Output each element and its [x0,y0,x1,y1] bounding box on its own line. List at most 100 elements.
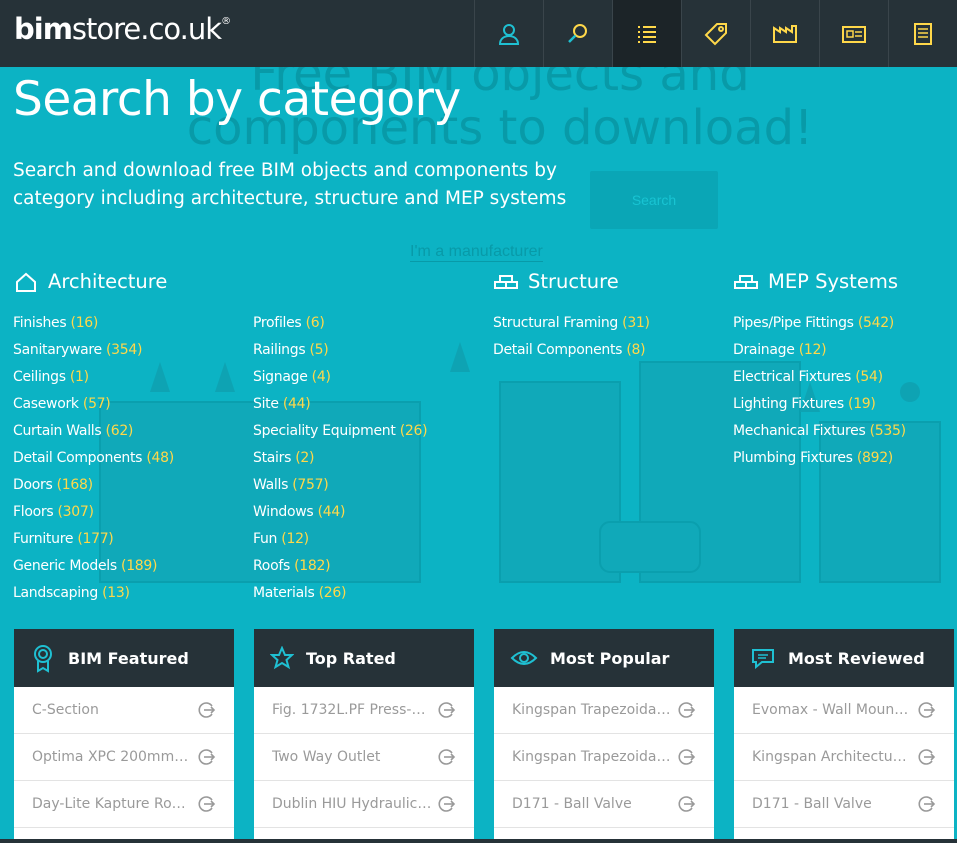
card-list-item[interactable]: Two Way Outlet [254,734,474,781]
category-name: Railings [253,342,306,358]
category-link[interactable]: Detail Components (8) [493,340,650,367]
category-link[interactable]: Pipes/Pipe Fittings (542) [733,313,906,340]
category-count: (6) [305,315,325,331]
category-count: (2) [295,450,315,466]
category-count: (4) [311,369,331,385]
category-count: (44) [282,396,311,412]
card-list-item[interactable]: D171 - Ball Valve [734,781,954,828]
card-list-item[interactable]: Kingspan Trapezoidal ... [494,687,714,734]
user-icon [498,23,520,45]
category-count: (189) [121,558,158,574]
category-name: Finishes [13,315,67,331]
category-name: Landscaping [13,585,98,601]
category-name: Roofs [253,558,290,574]
category-count: (13) [102,585,130,601]
bottom-border [0,839,957,843]
category-link[interactable]: Detail Components (48) [13,448,174,475]
category-name: Stairs [253,450,292,466]
category-link[interactable]: Walls (757) [253,475,427,502]
category-name: Structural Framing [493,315,618,331]
eye-icon [510,651,538,665]
item-title: D171 - Ball Valve [512,796,632,812]
category-link[interactable]: Stairs (2) [253,448,427,475]
category-link[interactable]: Generic Models (189) [13,556,174,583]
category-link[interactable]: Site (44) [253,394,427,421]
news-icon [842,25,866,43]
category-link[interactable]: Mechanical Fixtures (535) [733,421,906,448]
category-link[interactable]: Sanitaryware (354) [13,340,174,367]
document-icon [914,22,932,45]
card-list-item[interactable]: C-Section [14,687,234,734]
category-link[interactable]: Materials (26) [253,583,427,610]
category-count: (182) [294,558,331,574]
star-icon [270,646,294,670]
tags-button[interactable] [681,0,750,67]
category-name: Drainage [733,342,795,358]
category-name: Detail Components [13,450,143,466]
house-icon [16,272,36,292]
site-logo[interactable]: bimstore.co.uk® [14,12,231,46]
category-count: (54) [855,369,883,385]
category-link[interactable]: Plumbing Fixtures (892) [733,448,906,475]
news-button[interactable] [819,0,888,67]
category-link[interactable]: Floors (307) [13,502,174,529]
category-name: Generic Models [13,558,117,574]
tag-icon [704,22,727,45]
go-arrow-icon [438,702,456,718]
go-arrow-icon [918,796,936,812]
category-count: (307) [57,504,94,520]
category-link[interactable]: Signage (4) [253,367,427,394]
category-count: (542) [857,315,894,331]
categories-button[interactable] [612,0,681,67]
category-link[interactable]: Profiles (6) [253,313,427,340]
category-name: Profiles [253,315,302,331]
category-link[interactable]: Doors (168) [13,475,174,502]
item-title: Two Way Outlet [272,749,381,765]
category-count: (26) [399,423,428,439]
architecture-list-col1: Finishes (16) Sanitaryware (354) Ceilings … [13,313,174,610]
category-link[interactable]: Fun (12) [253,529,427,556]
category-link[interactable]: Landscaping (13) [13,583,174,610]
category-name: Pipes/Pipe Fittings [733,315,854,331]
card-list-item[interactable]: Fig. 1732L.PF Press-Fit ... [254,687,474,734]
category-link[interactable]: Drainage (12) [733,340,906,367]
search-icon [568,23,587,43]
card-list-item[interactable]: D171 - Ball Valve [494,781,714,828]
card-list-item[interactable]: Kingspan Architectural... [734,734,954,781]
category-link[interactable]: Speciality Equipment (26) [253,421,428,448]
category-link[interactable]: Ceilings (1) [13,367,174,394]
category-name: Electrical Fixtures [733,369,852,385]
most-popular-card: Most Popular Kingspan Trapezoidal ... Kin… [494,629,714,843]
documents-button[interactable] [888,0,957,67]
item-title: C-Section [32,702,99,718]
category-name: Floors [13,504,54,520]
category-link[interactable]: Structural Framing (31) [493,313,650,340]
card-list-item[interactable]: Evomax - Wall Mounte... [734,687,954,734]
category-link[interactable]: Casework (57) [13,394,174,421]
go-arrow-icon [678,749,696,765]
category-link[interactable]: Furniture (177) [13,529,174,556]
account-button[interactable] [474,0,543,67]
category-name: Curtain Walls [13,423,102,439]
card-list-item[interactable]: Kingspan Trapezoidal ... [494,734,714,781]
category-link[interactable]: Windows (44) [253,502,427,529]
top-rated-card: Top Rated Fig. 1732L.PF Press-Fit ... Two… [254,629,474,843]
category-link[interactable]: Curtain Walls (62) [13,421,174,448]
page-description: Search and download free BIM objects and… [13,160,567,209]
most-reviewed-card: Most Reviewed Evomax - Wall Mounte... Kin… [734,629,954,843]
list-icon [638,25,656,43]
category-link[interactable]: Lighting Fixtures (19) [733,394,906,421]
category-count: (892) [856,450,893,466]
card-list-item[interactable]: Dublin HIU Hydraulic I... [254,781,474,828]
category-link[interactable]: Electrical Fixtures (54) [733,367,906,394]
category-name: Lighting Fixtures [733,396,844,412]
card-list-item[interactable]: Optima XPC 200mm (... [14,734,234,781]
card-list-item[interactable]: Day-Lite Kapture Roof ... [14,781,234,828]
category-link[interactable]: Roofs (182) [253,556,427,583]
search-button[interactable] [543,0,612,67]
category-link[interactable]: Finishes (16) [13,313,174,340]
category-name: Furniture [13,531,74,547]
manufacturers-button[interactable] [750,0,819,67]
category-link[interactable]: Railings (5) [253,340,427,367]
mep-list: Pipes/Pipe Fittings (542) Drainage (12) El… [733,313,906,475]
